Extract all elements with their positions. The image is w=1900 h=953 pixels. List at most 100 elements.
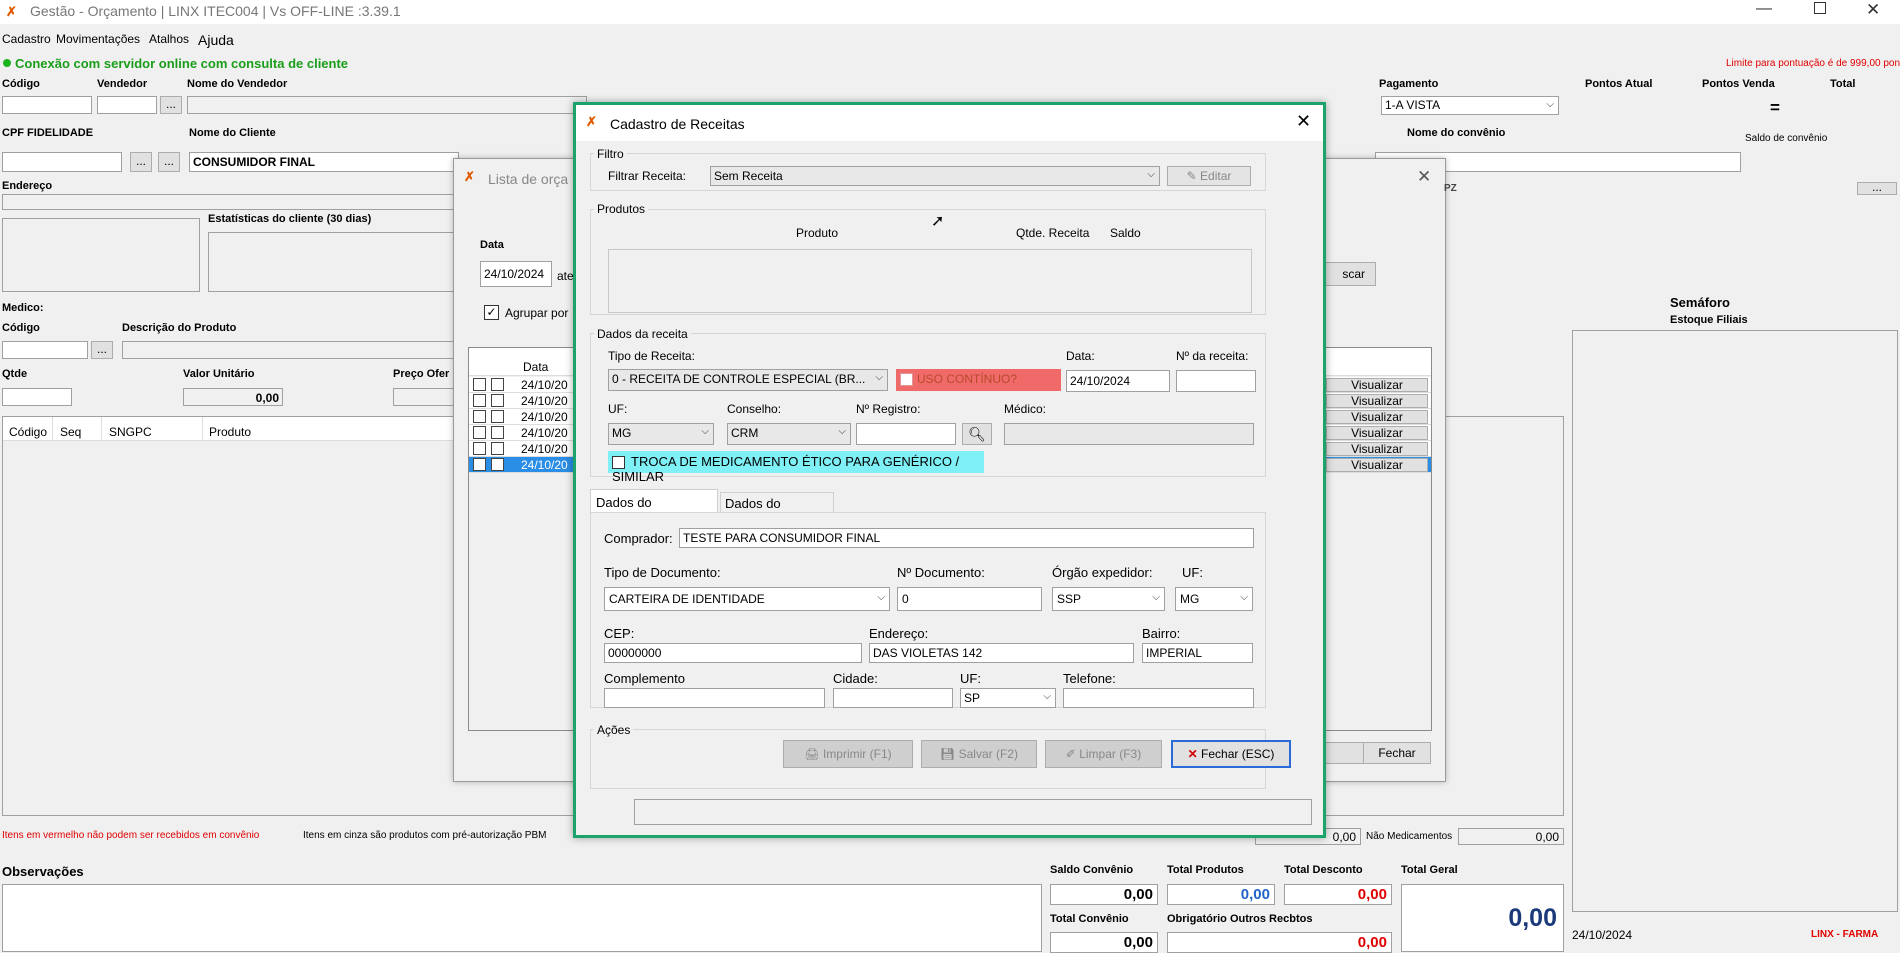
maximize-icon[interactable] [1814, 2, 1826, 14]
produtos-list[interactable] [608, 249, 1252, 313]
client-photo-box [2, 218, 200, 292]
tipo-receita-label: Tipo de Receita: [608, 349, 695, 363]
visualizar-button[interactable]: Visualizar [1326, 378, 1428, 392]
produto-search-button[interactable]: ... [91, 341, 113, 359]
bairro-input[interactable]: IMPERIAL [1142, 643, 1253, 663]
lista-col-data[interactable]: Data [523, 360, 548, 374]
cidade-input[interactable] [833, 688, 953, 708]
orgao-select[interactable]: SSP ⌵ [1052, 587, 1165, 611]
minimize-icon[interactable]: — [1756, 0, 1772, 18]
data-receita-input[interactable]: 24/10/2024 [1066, 370, 1170, 392]
dialog-close-icon[interactable]: ✕ [1296, 111, 1311, 132]
nome-cliente-field[interactable]: CONSUMIDOR FINAL [189, 152, 459, 172]
total-produtos-value: 0,00 [1167, 884, 1275, 905]
descricao-label: Descrição do Produto [122, 322, 237, 334]
complemento-input[interactable] [604, 688, 825, 708]
codigo-label: Código [2, 78, 40, 90]
uf-label: UF: [608, 402, 628, 416]
row-selector[interactable] [473, 394, 486, 407]
row-checkbox[interactable] [491, 458, 504, 471]
lista-close-icon[interactable]: ✕ [1417, 167, 1431, 187]
telefone-input[interactable] [1063, 688, 1254, 708]
close-icon[interactable]: ✕ [1866, 0, 1880, 20]
comprador-label: Comprador: [604, 531, 673, 546]
cep-input[interactable]: 00000000 [604, 643, 862, 663]
cpf-search-button[interactable]: ... [130, 152, 152, 172]
vendedor-label: Vendedor [97, 78, 148, 90]
vendedor-search-button[interactable]: ... [160, 96, 182, 114]
row-selector[interactable] [473, 458, 486, 471]
visualizar-button[interactable]: Visualizar [1326, 458, 1428, 472]
editar-button[interactable]: ✎ Editar [1167, 166, 1251, 186]
agrupar-checkbox[interactable]: ✓ [484, 305, 499, 320]
tab-paciente[interactable]: Dados do paciente [720, 492, 834, 526]
limpar-button[interactable]: ✐ Limpar (F3) [1045, 740, 1162, 768]
vendedor-input[interactable] [97, 96, 157, 114]
comprador-input[interactable]: TESTE PARA CONSUMIDOR FINAL [679, 528, 1254, 548]
grid-col-produto[interactable]: Produto [209, 425, 251, 439]
tab-comprador[interactable]: Dados do comprador [590, 489, 718, 525]
visualizar-button[interactable]: Visualizar [1326, 394, 1428, 408]
row-selector[interactable] [473, 442, 486, 455]
row-selector[interactable] [473, 378, 486, 391]
visualizar-button[interactable]: Visualizar [1326, 410, 1428, 424]
lista-fechar-button[interactable]: Fechar [1363, 742, 1431, 764]
row-selector[interactable] [473, 410, 486, 423]
nro-doc-label: Nº Documento: [897, 565, 985, 580]
uso-continuo-checkbox[interactable]: USO CONTÍNUO? [896, 369, 1061, 391]
nro-receita-input[interactable] [1176, 370, 1256, 392]
uf3-select[interactable]: SP ⌵ [960, 688, 1056, 708]
menu-atalhos[interactable]: Atalhos [149, 32, 189, 46]
close-x-icon: ✕ [1187, 747, 1198, 761]
filtrar-select[interactable]: Sem Receita ⌵ [710, 166, 1160, 186]
nome-cliente-label: Nome do Cliente [189, 127, 276, 139]
endereco-input[interactable]: DAS VIOLETAS 142 [869, 643, 1134, 663]
row-checkbox[interactable] [491, 394, 504, 407]
menu-ajuda[interactable]: Ajuda [198, 32, 234, 48]
dialog-status-field [634, 799, 1312, 825]
equals-sign: = [1770, 98, 1780, 117]
observacoes-textarea[interactable] [2, 884, 1042, 952]
row-checkbox[interactable] [491, 410, 504, 423]
medico-search-button[interactable]: 🔍︎ [962, 423, 992, 445]
printer-icon: 🖨︎ [804, 747, 820, 761]
endereco-more-button[interactable]: ... [1857, 181, 1897, 195]
visualizar-button[interactable]: Visualizar [1326, 426, 1428, 440]
endereco-label: Endereço [2, 180, 53, 192]
tipo-doc-select[interactable]: CARTEIRA DE IDENTIDADE ⌵ [604, 587, 890, 611]
troca-checkbox[interactable]: TROCA DE MEDICAMENTO ÉTICO PARA GENÉRICO… [608, 451, 984, 484]
qtde-input[interactable] [2, 388, 72, 406]
grid-col-sngpc[interactable]: SNGPC [109, 425, 152, 439]
medico-field [1004, 423, 1254, 445]
fechar-button[interactable]: ✕ Fechar (ESC) [1171, 740, 1291, 768]
pagamento-select[interactable]: 1-A VISTA ⌵ [1381, 96, 1559, 115]
row-date: 24/10/20 [521, 394, 568, 408]
conselho-select[interactable]: CRM ⌵ [727, 423, 851, 445]
total-points-label: Total [1830, 78, 1856, 90]
codigo-produto-input[interactable] [2, 341, 88, 359]
salvar-button[interactable]: 💾︎ Salvar (F2) [921, 740, 1037, 768]
acoes-title: Ações [594, 723, 634, 737]
nro-doc-input[interactable]: 0 [897, 587, 1042, 611]
row-selector[interactable] [473, 426, 486, 439]
row-checkbox[interactable] [491, 426, 504, 439]
lista-date-from[interactable]: 24/10/2024 [480, 261, 552, 287]
cliente-search-button[interactable]: ... [158, 152, 180, 172]
imprimir-button[interactable]: 🖨︎ Imprimir (F1) [783, 740, 913, 768]
valor-unitario-field: 0,00 [183, 388, 283, 406]
tipo-receita-select[interactable]: 0 - RECEITA DE CONTROLE ESPECIAL (BR... ⌵ [608, 369, 888, 391]
uf2-select[interactable]: MG ⌵ [1175, 587, 1253, 611]
row-checkbox[interactable] [491, 442, 504, 455]
descricao-field[interactable] [122, 341, 457, 359]
chevron-down-icon: ⌵ [838, 426, 846, 437]
visualizar-button[interactable]: Visualizar [1326, 442, 1428, 456]
menu-movimentacoes[interactable]: Movimentações [56, 32, 140, 46]
menu-cadastro[interactable]: Cadastro [2, 32, 51, 46]
row-checkbox[interactable] [491, 378, 504, 391]
grid-col-codigo[interactable]: Código [9, 425, 47, 439]
codigo-input[interactable] [2, 96, 92, 114]
registro-input[interactable] [856, 423, 956, 445]
grid-col-seq[interactable]: Seq [60, 425, 81, 439]
uf-select[interactable]: MG ⌵ [608, 423, 714, 445]
cpf-input[interactable] [2, 152, 122, 172]
